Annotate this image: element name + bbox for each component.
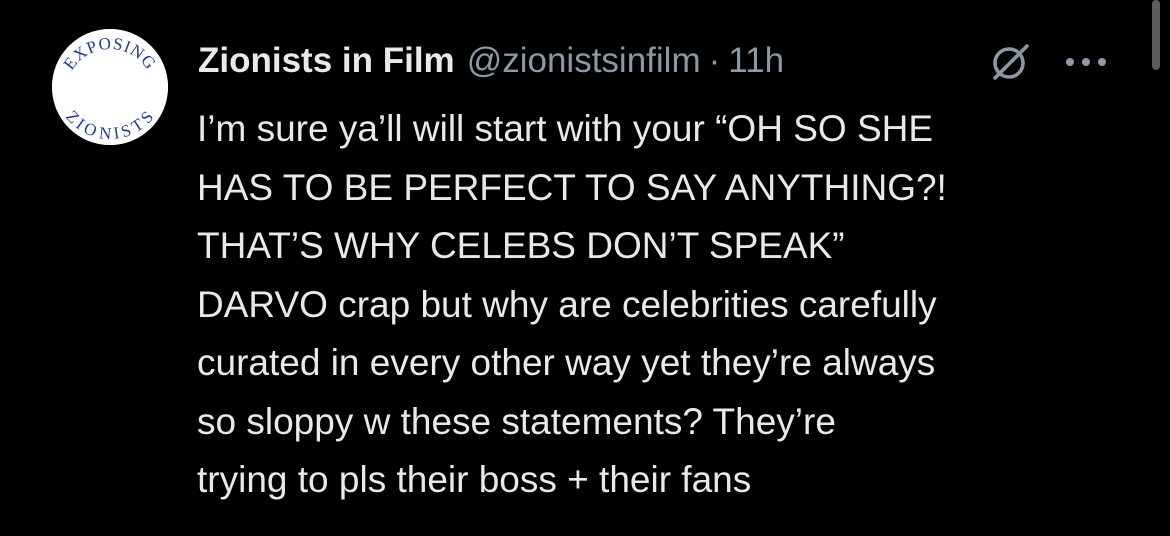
tweet-timestamp[interactable]: 11h: [728, 36, 784, 86]
tweet-text: I’m sure ya’ll will start with your “OH …: [197, 100, 1137, 510]
tweet-text-line: THAT’S WHY CELEBS DON’T SPEAK”: [197, 225, 845, 266]
author-handle[interactable]: @zionistsinfilm: [467, 36, 701, 86]
more-options-icon[interactable]: [1062, 52, 1110, 72]
author-display-name[interactable]: Zionists in Film: [198, 36, 455, 86]
avatar[interactable]: EXPOSING ZIONISTS: [52, 29, 168, 145]
tweet-text-line: HAS TO BE PERFECT TO SAY ANYTHING?!: [197, 166, 947, 208]
tweet-text-line: so sloppy w these statements? They’re: [197, 400, 836, 442]
scrollbar-thumb[interactable]: [1152, 0, 1160, 70]
avatar-logo: EXPOSING ZIONISTS: [52, 29, 168, 145]
tweet-text-line: I’m sure ya’ll will start with your “OH …: [197, 108, 934, 149]
tweet-text-line: DARVO crap but why are celebrities caref…: [197, 283, 937, 325]
separator-dot: ·: [708, 41, 721, 80]
tweet-header: Zionists in Film @zionistsinfilm · 11h: [198, 36, 784, 86]
tweet-text-line: curated in every other way yet they’re a…: [197, 342, 936, 383]
grok-icon[interactable]: [987, 42, 1033, 82]
tweet-text-line: trying to pls their boss + their fans: [197, 459, 752, 500]
tweet[interactable]: EXPOSING ZIONISTS Zionists in Film @zion…: [0, 0, 1170, 536]
